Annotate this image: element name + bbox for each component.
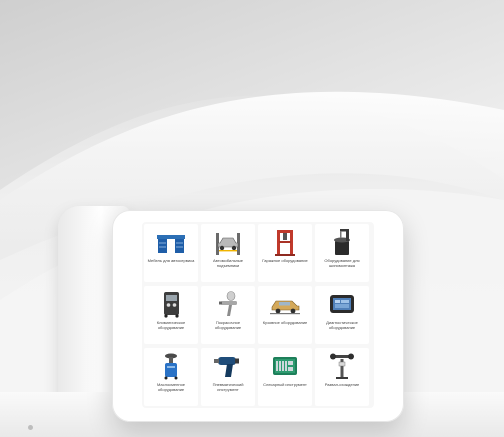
tool-kit-icon [273,357,297,375]
tile-label: Автомобильные подъемники [213,258,243,268]
tile-label: Климатическое оборудование [156,320,186,330]
car-lift-icon [216,233,240,255]
catalog-tile-furniture[interactable]: Мебель для автосервиса [144,224,198,282]
tile-label: Оборудование для шиномонтажа [324,258,360,268]
impact-wrench-icon [214,357,239,377]
tile-label: Диагностическое оборудование [326,320,358,330]
tile-label: Развал-схождение [324,382,360,387]
catalog-tile-climate[interactable]: Климатическое оборудование [144,286,198,344]
body-repair-car-icon [270,300,300,315]
catalog-tile-tools[interactable]: Слесарный инструмент [258,348,312,406]
tile-label: Маслосменное оборудование [156,382,186,392]
tile-label: Кузовное оборудование [262,320,308,325]
tablet-screen: Мебель для автосервиса Автомобильные под… [142,222,374,408]
catalog-tile-alignment[interactable]: Развал-схождение [315,348,369,406]
tablet-device: Мебель для автосервиса Автомобильные под… [112,210,404,422]
spray-gun-icon [219,291,237,316]
catalog-tile-pneumatic[interactable]: Пневматический инструмент [201,348,255,406]
catalog-tile-tire[interactable]: Оборудование для шиномонтажа [315,224,369,282]
tile-label: Покрасочное оборудование [214,320,242,330]
oil-changer-icon [164,353,178,380]
tile-label: Пневматический инструмент [212,382,244,392]
catalog-grid: Мебель для автосервиса Автомобильные под… [142,222,374,408]
keyboard-key [28,425,33,430]
catalog-tile-body[interactable]: Кузовное оборудование [258,286,312,344]
catalog-tile-oil[interactable]: Маслосменное оборудование [144,348,198,406]
tile-label: Гаражное оборудование [262,258,308,263]
diagnostic-scanner-icon [330,295,354,313]
hydraulic-press-icon [275,230,295,256]
catalog-tile-diagnostic[interactable]: Диагностическое оборудование [315,286,369,344]
ac-station-icon [164,292,179,318]
workbench-icon [157,235,185,253]
catalog-tile-garage[interactable]: Гаражное оборудование [258,224,312,282]
wheel-alignment-icon [330,353,354,379]
tile-label: Слесарный инструмент [263,382,307,387]
tile-label: Мебель для автосервиса [147,258,195,263]
tire-changer-icon [334,229,350,255]
catalog-tile-paint[interactable]: Покрасочное оборудование [201,286,255,344]
catalog-tile-lifts[interactable]: Автомобильные подъемники [201,224,255,282]
